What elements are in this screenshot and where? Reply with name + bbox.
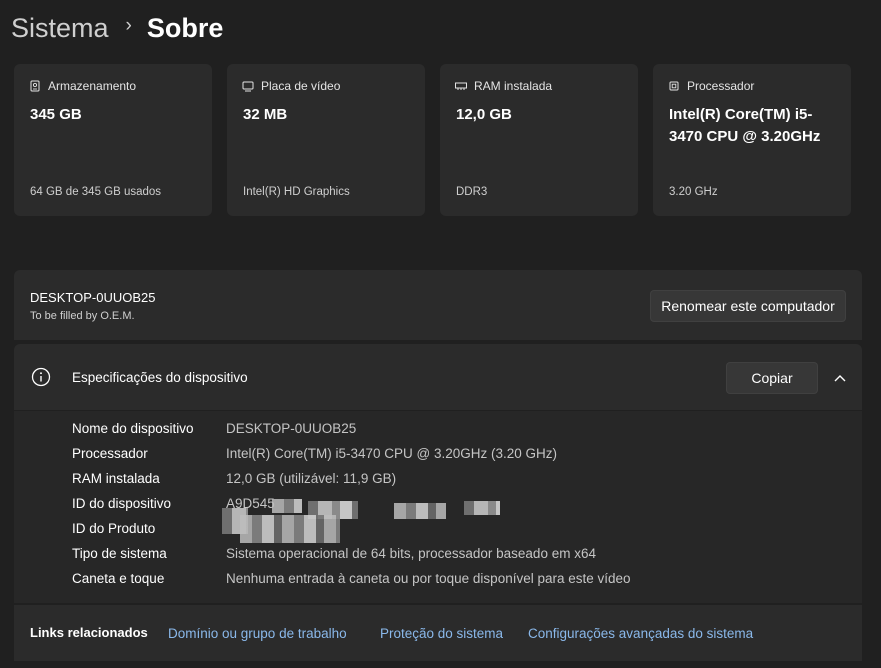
card-value: 345 GB [30,106,82,123]
card-label: Processador [687,79,755,93]
card-sub: DDR3 [456,186,488,198]
card-sub: Intel(R) HD Graphics [243,186,350,198]
spec-row-device-name: Nome do dispositivo DESKTOP-0UUOB25 [72,421,356,441]
breadcrumb-sistema[interactable]: Sistema [11,13,109,44]
chevron-up-icon[interactable] [832,370,848,386]
storage-icon [29,80,41,92]
card-label: RAM instalada [474,79,553,93]
spec-key: Caneta e toque [72,571,165,586]
card-label: Armazenamento [48,79,137,93]
info-icon [31,367,51,387]
computer-name: DESKTOP-0UUOB25 [30,290,156,305]
spec-value: Nenhuma entrada à caneta ou por toque di… [226,571,631,586]
breadcrumb: Sistema › Sobre [11,10,223,46]
spec-cards: Armazenamento 345 GB 64 GB de 345 GB usa… [14,64,851,216]
page-title: Sobre [146,12,224,43]
redacted-device-id [464,501,500,515]
spec-row-ram: RAM instalada 12,0 GB (utilizável: 11,9 … [72,471,396,491]
rename-computer-button[interactable]: Renomear este computador [650,290,846,322]
link-domain-workgroup[interactable]: Domínio ou grupo de trabalho [168,626,347,641]
spec-key: Tipo de sistema [72,546,167,561]
related-links: Links relacionados Domínio ou grupo de t… [14,605,862,661]
card-ram: RAM instalada 12,0 GB DDR3 [440,64,638,216]
gpu-icon [242,80,254,92]
card-value: 32 MB [243,106,288,123]
card-value: Intel(R) Core(TM) i5-3470 CPU @ 3.20GHz [669,106,821,145]
spec-key: ID do dispositivo [72,496,172,511]
spec-value: DESKTOP-0UUOB25 [226,421,357,436]
card-value: 12,0 GB [456,106,512,123]
card-label: Placa de vídeo [261,79,341,93]
spec-value: Intel(R) Core(TM) i5-3470 CPU @ 3.20GHz … [226,446,558,461]
cpu-icon [668,80,680,92]
spec-key: Nome do dispositivo [72,421,194,436]
copy-button[interactable]: Copiar [726,362,818,394]
spec-key: ID do Produto [72,521,156,536]
spec-key: RAM instalada [72,471,160,486]
ram-icon [455,80,467,92]
card-sub: 3.20 GHz [669,186,718,198]
computer-model: To be filled by O.E.M. [30,310,135,322]
related-links-title: Links relacionados [30,625,148,640]
redacted-device-id [272,499,302,513]
chevron-right-icon: › [125,15,132,36]
device-specs-header[interactable]: Especificações do dispositivo Copiar [14,344,862,410]
device-specs-title: Especificações do dispositivo [72,370,248,385]
redacted-product-id [240,515,340,543]
spec-key: Processador [72,446,148,461]
spec-row-processor: Processador Intel(R) Core(TM) i5-3470 CP… [72,446,557,466]
link-advanced-system-settings[interactable]: Configurações avançadas do sistema [528,626,753,641]
link-system-protection[interactable]: Proteção do sistema [380,626,503,641]
computer-name-row: DESKTOP-0UUOB25 To be filled by O.E.M. R… [14,270,862,340]
card-storage: Armazenamento 345 GB 64 GB de 345 GB usa… [14,64,212,216]
spec-row-product-id: ID do Produto [72,521,226,541]
card-gpu: Placa de vídeo 32 MB Intel(R) HD Graphic… [227,64,425,216]
about-page: Sistema › Sobre Armazenamento 345 GB 64 … [0,0,881,668]
device-specs-list: Nome do dispositivo DESKTOP-0UUOB25 Proc… [14,411,862,603]
spec-value: Sistema operacional de 64 bits, processa… [226,546,596,561]
card-cpu: Processador Intel(R) Core(TM) i5-3470 CP… [653,64,851,216]
spec-row-pen-touch: Caneta e toque Nenhuma entrada à caneta … [72,571,631,591]
redacted-device-id [394,503,446,519]
spec-value: 12,0 GB (utilizável: 11,9 GB) [226,471,397,486]
spec-row-system-type: Tipo de sistema Sistema operacional de 6… [72,546,596,566]
card-sub: 64 GB de 345 GB usados [30,186,162,198]
